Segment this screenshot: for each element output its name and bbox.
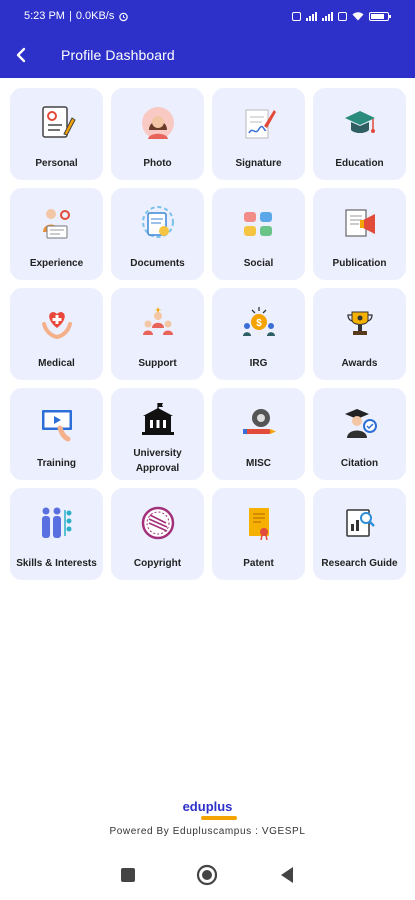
back-button[interactable] (279, 866, 295, 884)
misc-icon (240, 396, 278, 450)
tile-label: Medical (38, 357, 75, 369)
tile-label: Education (335, 157, 384, 169)
tile-label: Social (243, 257, 274, 269)
tile-irg[interactable]: $ IRG (212, 288, 305, 380)
system-nav-bar (0, 860, 415, 890)
tile-label: Experience (29, 257, 84, 269)
university-icon (139, 396, 177, 446)
awards-icon (341, 296, 379, 350)
publication-icon (341, 196, 379, 250)
experience-icon (38, 196, 76, 250)
tile-label: Publication (332, 257, 387, 269)
tile-label: Copyright (133, 557, 182, 569)
tile-label: Support (138, 357, 177, 369)
tile-training[interactable]: Training (10, 388, 103, 480)
tile-awards[interactable]: Awards (313, 288, 406, 380)
tile-personal[interactable]: Personal (10, 88, 103, 180)
tile-label: Personal (35, 157, 78, 169)
personal-icon (38, 96, 76, 150)
dashboard-grid: Personal Photo Signature Education Exper… (10, 88, 406, 580)
battery-icon (369, 11, 391, 21)
alarm-icon (119, 12, 129, 21)
tile-label: Documents (130, 257, 185, 269)
notification-icon (292, 11, 301, 21)
back-arrow-icon[interactable] (10, 43, 34, 67)
irg-icon: $ (240, 296, 278, 350)
tile-copyright[interactable]: Copyright (111, 488, 204, 580)
tile-label: University Approval (133, 448, 182, 474)
tile-publication[interactable]: Publication (313, 188, 406, 280)
page-title: Profile Dashboard (61, 47, 175, 63)
signal-icon (306, 11, 317, 21)
powered-by-text: Powered By Edupluscampus : VGESPL (109, 826, 306, 837)
tile-skills-interests[interactable]: Skills & Interests (10, 488, 103, 580)
tile-research-guide[interactable]: Research Guide (313, 488, 406, 580)
social-icon (240, 196, 278, 250)
status-bar: 5:23 PM | 0.0KB/s (0, 0, 415, 32)
tile-label: Research Guide (321, 557, 398, 569)
tile-label: Signature (235, 157, 282, 169)
tile-support[interactable]: Support (111, 288, 204, 380)
tile-label: Training (37, 457, 76, 469)
tile-label: Skills & Interests (16, 557, 97, 569)
medical-icon (38, 296, 76, 350)
skills-icon (38, 496, 76, 550)
tile-social[interactable]: Social (212, 188, 305, 280)
research-guide-icon (341, 496, 379, 550)
documents-icon (139, 196, 177, 250)
footer: eduplus Powered By Edupluscampus : VGESP… (0, 798, 415, 837)
tile-patent[interactable]: Patent (212, 488, 305, 580)
wifi-icon (352, 12, 364, 21)
svg-text:$: $ (256, 318, 262, 329)
patent-icon (240, 496, 278, 550)
eduplus-logo: eduplus (179, 798, 237, 820)
tile-label: Citation (340, 457, 379, 469)
data-icon (338, 11, 347, 21)
tile-photo[interactable]: Photo (111, 88, 204, 180)
top-bar: 5:23 PM | 0.0KB/s Profile Dashboard (0, 0, 415, 78)
tile-citation[interactable]: Citation (313, 388, 406, 480)
tile-label: Photo (143, 157, 172, 169)
tile-label: IRG (249, 357, 268, 369)
signal-icon (322, 11, 333, 21)
tile-experience[interactable]: Experience (10, 188, 103, 280)
status-speed: 0.0KB/s (75, 10, 115, 22)
tile-university-approval[interactable]: University Approval (111, 388, 204, 480)
app-bar: Profile Dashboard (0, 32, 415, 78)
home-circle-icon (197, 864, 218, 886)
tile-misc[interactable]: MISC (212, 388, 305, 480)
copyright-icon (139, 496, 177, 550)
tile-label: MISC (246, 457, 271, 469)
education-icon (341, 96, 379, 150)
tile-signature[interactable]: Signature (212, 88, 305, 180)
square-icon (121, 868, 136, 882)
support-icon (139, 296, 177, 350)
tile-documents[interactable]: Documents (111, 188, 204, 280)
recent-apps-button[interactable] (120, 867, 136, 883)
signature-icon (240, 96, 278, 150)
tile-label: Patent (243, 557, 274, 569)
training-icon (38, 396, 76, 450)
back-triangle-icon (280, 867, 293, 883)
home-button[interactable] (196, 864, 218, 886)
citation-icon (341, 396, 379, 450)
status-time: 5:23 PM (24, 10, 65, 22)
photo-icon (139, 96, 177, 150)
tile-medical[interactable]: Medical (10, 288, 103, 380)
tile-education[interactable]: Education (313, 88, 406, 180)
tile-label: Awards (341, 357, 378, 369)
logo-text: eduplus (182, 799, 233, 814)
